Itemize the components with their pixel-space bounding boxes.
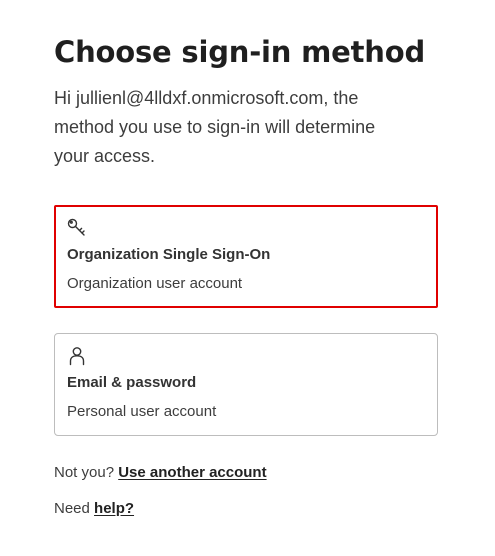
help-link[interactable]: help? bbox=[94, 500, 134, 517]
not-you-line: Not you? Use another account bbox=[54, 464, 438, 482]
intro-text: Hi jullienl@4lldxf.onmicrosoft.com, the … bbox=[54, 88, 376, 166]
page-title: Choose sign-in method bbox=[54, 35, 426, 69]
need-help-line: Need help? bbox=[54, 500, 438, 518]
option-subtitle: Personal user account bbox=[67, 403, 217, 420]
email-password-option[interactable]: Email & password Personal user account bbox=[54, 333, 438, 436]
option-title: Email & password bbox=[67, 374, 197, 391]
use-another-account-link[interactable]: Use another account bbox=[118, 464, 266, 481]
need-label: Need bbox=[54, 500, 90, 517]
key-icon bbox=[67, 218, 87, 238]
not-you-label: Not you? bbox=[54, 464, 115, 481]
person-icon bbox=[67, 346, 87, 366]
option-subtitle: Organization user account bbox=[67, 275, 243, 292]
organization-sso-option[interactable]: Organization Single Sign-On Organization… bbox=[54, 205, 438, 308]
sign-in-method-panel: Choose sign-in method Hi jullienl@4lldxf… bbox=[54, 34, 438, 518]
option-title: Organization Single Sign-On bbox=[67, 246, 271, 263]
